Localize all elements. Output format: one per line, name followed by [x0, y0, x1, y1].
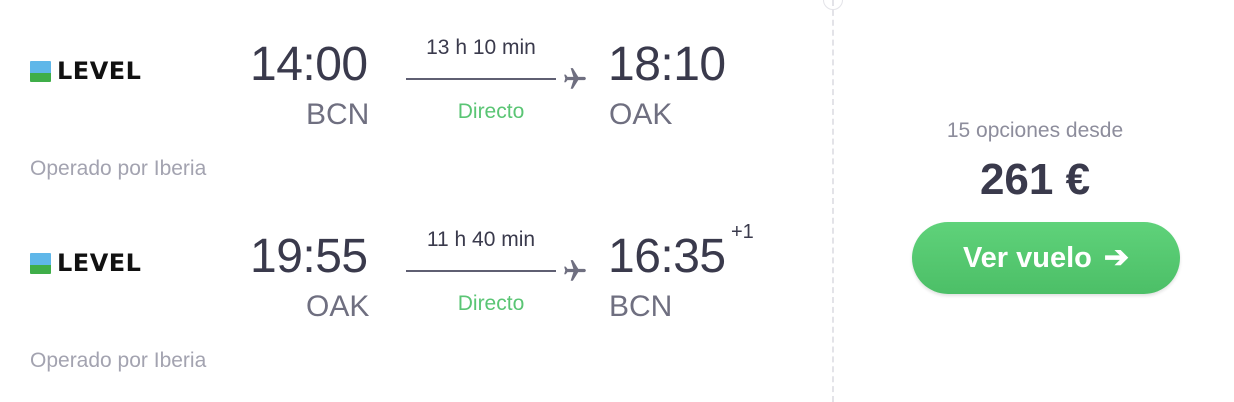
- arrow-right-icon: ➔: [1103, 241, 1130, 274]
- airline-logo: LEVEL: [30, 57, 142, 85]
- view-flight-button[interactable]: Ver vuelo ➔: [912, 222, 1180, 294]
- airplane-icon: [564, 260, 586, 281]
- card-divider: [832, 0, 834, 402]
- departure-time: 14:00: [250, 38, 368, 91]
- departure-airport: OAK: [306, 290, 370, 323]
- arrival-time: 18:10: [608, 38, 726, 91]
- flight-result-card: LEVEL 14:00 BCN 13 h 10 min Directo 18:1…: [0, 0, 1234, 402]
- day-offset-badge: +1: [731, 221, 754, 243]
- options-count-label: 15 opciones desde: [946, 119, 1124, 142]
- airline-name: LEVEL: [57, 249, 142, 277]
- operated-by: Operado por Iberia: [30, 349, 207, 372]
- view-flight-button-label: Ver vuelo: [962, 241, 1092, 274]
- operated-by: Operado por Iberia: [30, 157, 207, 180]
- flight-segment-outbound: LEVEL 14:00 BCN 13 h 10 min Directo 18:1…: [0, 18, 820, 188]
- flight-segment-return: LEVEL 19:55 OAK 11 h 40 min Directo 16:3…: [0, 210, 820, 380]
- arrival-time: 16:35: [608, 230, 726, 283]
- level-logo-icon: [30, 252, 51, 274]
- price-panel: 15 opciones desde 261 € Ver vuelo ➔: [836, 0, 1234, 402]
- airline-name: LEVEL: [57, 57, 142, 85]
- route-line: [406, 270, 556, 272]
- departure-time: 19:55: [250, 230, 368, 283]
- arrival-airport: BCN: [609, 290, 673, 323]
- airplane-icon: [564, 68, 586, 89]
- flight-duration: 13 h 10 min: [426, 36, 536, 59]
- stops-label: Directo: [457, 292, 525, 315]
- airline-logo: LEVEL: [30, 249, 142, 277]
- arrival-airport: OAK: [609, 98, 673, 131]
- route-line: [406, 78, 556, 80]
- stops-label: Directo: [457, 100, 525, 123]
- flight-duration: 11 h 40 min: [426, 228, 536, 251]
- departure-airport: BCN: [306, 98, 370, 131]
- price-value: 261 €: [979, 155, 1091, 204]
- level-logo-icon: [30, 60, 51, 82]
